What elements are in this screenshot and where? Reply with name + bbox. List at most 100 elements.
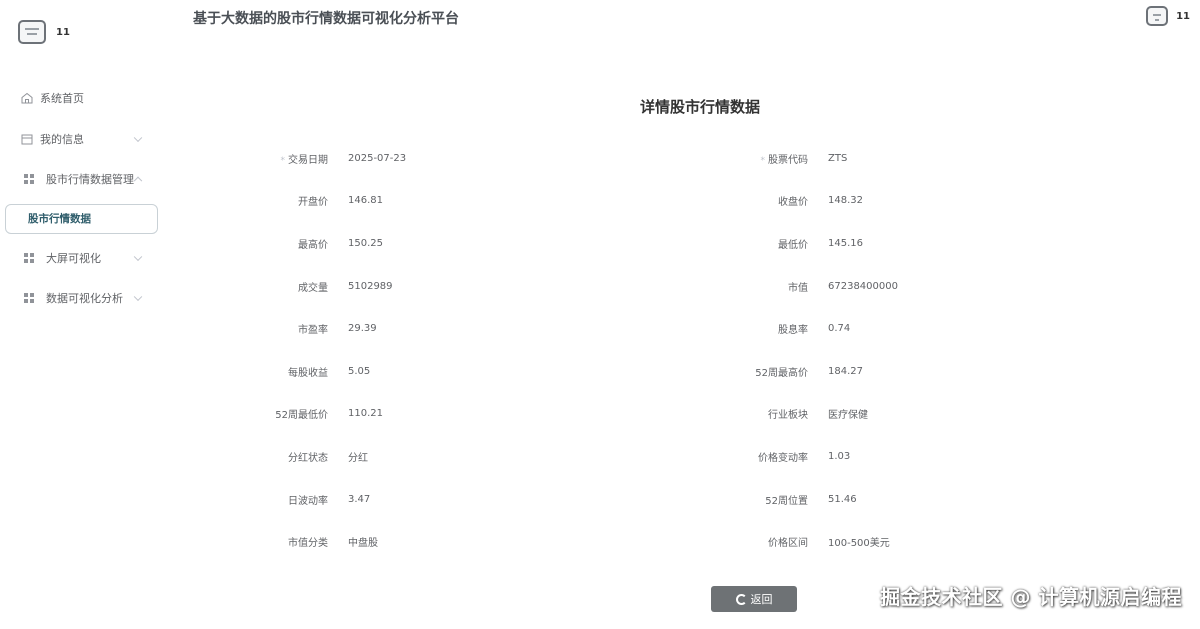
field-label: 每股收益 xyxy=(288,364,328,379)
form-row: 分红状态 分红 价格变动率 1.03 xyxy=(0,435,1200,478)
left-field: 成交量 5102989 xyxy=(298,265,393,308)
watermark: 掘金技术社区 @ 计算机源启编程 xyxy=(880,585,1182,609)
right-field: 价格区间 100-500美元 xyxy=(768,520,890,563)
field-label: 价格变动率 xyxy=(758,449,808,464)
field-label-text: 分红状态 xyxy=(288,452,328,464)
field-label-text: 市值 xyxy=(788,282,808,294)
field-label: * 交易日期 xyxy=(281,151,329,166)
field-value: 51.46 xyxy=(828,493,857,505)
field-label-text: 交易日期 xyxy=(288,154,328,166)
right-field: 最低价 145.16 xyxy=(778,222,863,265)
field-label: 成交量 xyxy=(298,279,328,294)
field-value: 146.81 xyxy=(348,195,383,207)
form-row: 52周最低价 110.21 行业板块 医疗保健 xyxy=(0,393,1200,436)
left-field: 分红状态 分红 xyxy=(288,435,368,478)
field-value: 1.03 xyxy=(828,450,851,462)
field-value: 5102989 xyxy=(348,280,393,292)
form-row: 每股收益 5.05 52周最高价 184.27 xyxy=(0,350,1200,393)
field-label: 行业板块 xyxy=(768,406,808,421)
field-value: 67238400000 xyxy=(828,280,898,292)
header-user-name: 11 xyxy=(1176,10,1190,22)
required-marker: * xyxy=(280,155,286,166)
right-field: 股息率 0.74 xyxy=(778,307,851,350)
detail-title-text: 详情股市行情数据 xyxy=(639,98,760,116)
field-label: 最低价 xyxy=(778,236,808,251)
field-label-text: 股票代码 xyxy=(768,154,808,166)
field-label-text: 最低价 xyxy=(778,239,808,251)
right-field: 价格变动率 1.03 xyxy=(758,435,851,478)
field-label-text: 市值分类 xyxy=(288,538,328,550)
field-label-text: 52周最高价 xyxy=(755,367,808,379)
field-label: 52周位置 xyxy=(765,492,808,507)
field-value: 2025-07-23 xyxy=(348,152,407,164)
left-field: 52周最低价 110.21 xyxy=(275,393,383,436)
form-row: 开盘价 146.81 收盘价 148.32 xyxy=(0,180,1200,223)
sidebar-user-name: 11 xyxy=(56,26,70,38)
field-label: 市值 xyxy=(788,279,808,294)
field-value: 3.47 xyxy=(348,493,371,505)
field-label: 价格区间 xyxy=(768,534,808,549)
field-label: 股息率 xyxy=(778,321,808,336)
right-field: 行业板块 医疗保健 xyxy=(768,393,868,436)
form-row: 市值分类 中盘股 价格区间 100-500美元 xyxy=(0,520,1200,563)
field-label: 收盘价 xyxy=(778,193,808,208)
field-value: 29.39 xyxy=(348,323,377,335)
field-label-text: 行业板块 xyxy=(768,410,808,422)
required-marker: * xyxy=(760,155,766,166)
field-label: 市盈率 xyxy=(298,321,328,336)
field-label-text: 最高价 xyxy=(298,239,328,251)
back-button-label: 返回 xyxy=(750,594,773,606)
field-label-text: 股息率 xyxy=(778,325,808,337)
field-value: 中盘股 xyxy=(348,538,378,550)
left-field: 市值分类 中盘股 xyxy=(288,520,378,563)
field-value: 分红 xyxy=(348,452,368,464)
right-field: 52周最高价 184.27 xyxy=(755,350,863,393)
app-root: 11 系统首页 我的信息 股市行情数据管理 股市行情数据 大屏可视化 数据可视化… xyxy=(0,0,1200,629)
field-value: 100-500美元 xyxy=(828,538,890,550)
field-label: * 股票代码 xyxy=(761,151,809,166)
field-value: ZTS xyxy=(828,152,848,164)
field-label: 最高价 xyxy=(298,236,328,251)
back-button[interactable]: 返回 xyxy=(711,586,797,612)
left-field: 开盘价 146.81 xyxy=(298,180,383,223)
field-label-text: 开盘价 xyxy=(298,197,328,209)
field-value: 150.25 xyxy=(348,237,383,249)
right-field: * 股票代码 ZTS xyxy=(761,137,848,180)
field-label: 开盘价 xyxy=(298,193,328,208)
right-field: 52周位置 51.46 xyxy=(765,478,857,521)
field-label-text: 收盘价 xyxy=(778,197,808,209)
field-value: 184.27 xyxy=(828,365,863,377)
field-label: 分红状态 xyxy=(288,449,328,464)
form-row: 日波动率 3.47 52周位置 51.46 xyxy=(0,478,1200,521)
left-field: 每股收益 5.05 xyxy=(288,350,371,393)
form-row: 最高价 150.25 最低价 145.16 xyxy=(0,222,1200,265)
left-field: 最高价 150.25 xyxy=(298,222,383,265)
right-field: 收盘价 148.32 xyxy=(778,180,863,223)
form-row: 成交量 5102989 市值 67238400000 xyxy=(0,265,1200,308)
field-label: 52周最低价 xyxy=(275,406,328,421)
field-value: 110.21 xyxy=(348,408,383,420)
field-value: 0.74 xyxy=(828,323,851,335)
field-value: 148.32 xyxy=(828,195,863,207)
app-title: 基于大数据的股市行情数据可视化分析平台 xyxy=(193,11,459,27)
field-label-text: 日波动率 xyxy=(288,495,328,507)
left-field: 市盈率 29.39 xyxy=(298,307,377,350)
avatar xyxy=(18,20,46,44)
left-field: * 交易日期 2025-07-23 xyxy=(281,137,407,180)
field-label-text: 每股收益 xyxy=(288,367,328,379)
right-field: 市值 67238400000 xyxy=(788,265,898,308)
form-row: 市盈率 29.39 股息率 0.74 xyxy=(0,307,1200,350)
detail-form: * 交易日期 2025-07-23 * 股票代码 ZTS 开盘价 146.81 收盘价 148.3… xyxy=(0,137,1200,563)
field-label-text: 市盈率 xyxy=(298,325,328,337)
refresh-icon xyxy=(735,593,747,605)
field-value: 医疗保健 xyxy=(828,410,868,422)
field-value: 5.05 xyxy=(348,365,371,377)
avatar[interactable] xyxy=(1146,6,1169,26)
field-label: 日波动率 xyxy=(288,492,328,507)
field-label-text: 价格区间 xyxy=(768,538,808,550)
page-title: 详情股市行情数据 xyxy=(0,96,1200,117)
field-value: 145.16 xyxy=(828,237,863,249)
field-label-text: 52周位置 xyxy=(765,495,808,507)
user-menu[interactable]: 11 xyxy=(1146,6,1190,26)
form-row: * 交易日期 2025-07-23 * 股票代码 ZTS xyxy=(0,137,1200,180)
